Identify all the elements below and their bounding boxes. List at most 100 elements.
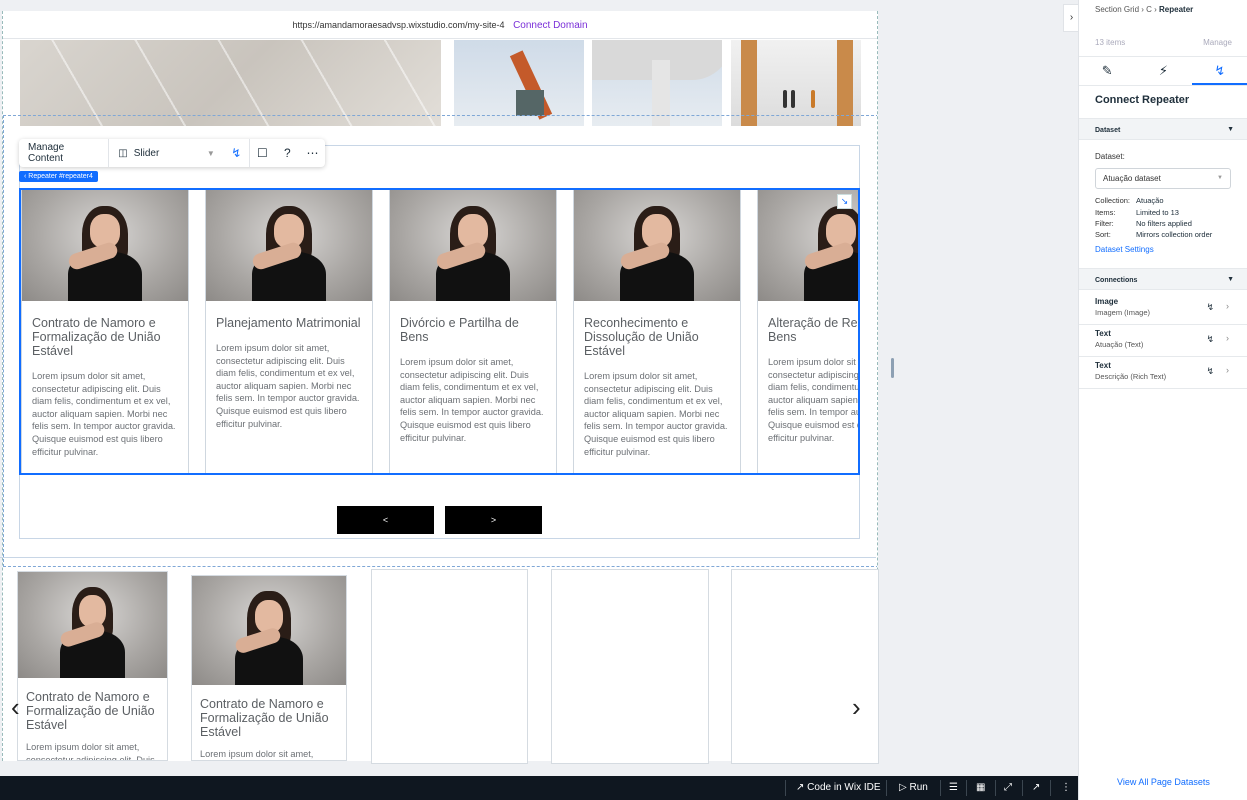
breadcrumb-c[interactable]: C bbox=[1146, 5, 1152, 14]
gallery-item[interactable]: Contrato de Namoro e Formalização de Uni… bbox=[191, 575, 347, 761]
slider-next-button[interactable]: > bbox=[445, 506, 542, 534]
card-image[interactable] bbox=[22, 190, 188, 301]
connection-row-text[interactable]: Text Atuação (Text) ↯ › bbox=[1079, 326, 1247, 357]
connect-data-icon[interactable]: ↯ bbox=[224, 139, 249, 167]
hero-image-building[interactable] bbox=[731, 40, 861, 126]
gallery-title[interactable]: Contrato de Namoro e Formalização de Uni… bbox=[26, 690, 159, 732]
repeater[interactable]: Contrato de Namoro e Formalização de Uni… bbox=[19, 188, 860, 475]
collection-value: Atuação bbox=[1136, 196, 1164, 205]
connection-row-richtext[interactable]: Text Descrição (Rich Text) ↯ › bbox=[1079, 358, 1247, 389]
comment-icon[interactable]: ☐ bbox=[250, 139, 275, 167]
help-button[interactable]: ? bbox=[275, 139, 300, 167]
hero-image-floor[interactable] bbox=[20, 40, 441, 126]
repeater-item[interactable]: Contrato de Namoro e Formalização de Uni… bbox=[21, 190, 189, 473]
gallery-title[interactable]: Contrato de Namoro e Formalização de Uni… bbox=[200, 697, 338, 739]
shrink-icon[interactable]: ↘ bbox=[837, 194, 852, 209]
lower-gallery: Contrato de Namoro e Formalização de Uni… bbox=[0, 557, 879, 764]
view-all-datasets-link[interactable]: View All Page Datasets bbox=[1079, 777, 1247, 787]
slider-prev-button[interactable]: < bbox=[337, 506, 434, 534]
gallery-item[interactable]: Contrato de Namoro e Formalização de Uni… bbox=[17, 571, 168, 761]
bottom-bar: ↗ Code in Wix IDE ▷ Run ☰ ▦ ⤢ ↗ ⋮ bbox=[0, 776, 1078, 800]
chevron-down-icon: ▼ bbox=[206, 148, 215, 158]
card-image[interactable] bbox=[390, 190, 556, 301]
breadcrumb-section-grid[interactable]: Section Grid bbox=[1095, 5, 1139, 14]
filter-key: Filter: bbox=[1095, 219, 1114, 228]
interactions-tab-bolt-icon[interactable]: ⚡ bbox=[1135, 57, 1191, 85]
connections-section-header[interactable]: ▼ Connections bbox=[1079, 268, 1247, 290]
card-title[interactable]: Planejamento Matrimonial bbox=[216, 316, 362, 330]
collection-key: Collection: bbox=[1095, 196, 1131, 205]
manage-content-button[interactable]: Manage Content bbox=[19, 139, 108, 167]
repeater-item[interactable]: Divórcio e Partilha de Bens Lorem ipsum … bbox=[389, 190, 557, 473]
dataset-select-value: Atuação dataset bbox=[1103, 174, 1161, 183]
dataset-settings-link[interactable]: Dataset Settings bbox=[1095, 245, 1154, 254]
connect-icon: ↯ bbox=[1206, 302, 1214, 312]
card-image[interactable] bbox=[574, 190, 740, 301]
card-body[interactable]: Lorem ipsum dolor sit amet, consectetur … bbox=[216, 342, 362, 430]
card-title[interactable]: Reconhecimento e Dissolução de União Est… bbox=[584, 316, 730, 358]
resize-handle[interactable] bbox=[891, 358, 894, 378]
card-body[interactable]: Lorem ipsum dolor sit amet, consectetur … bbox=[584, 370, 730, 458]
card-title[interactable]: Alteração de Regime de Bens bbox=[768, 316, 858, 344]
gallery-empty-item[interactable] bbox=[731, 569, 879, 764]
connection-field: Descrição (Rich Text) bbox=[1095, 372, 1167, 381]
design-tab-brush-icon[interactable]: ✎ bbox=[1079, 57, 1135, 85]
repeater-tag[interactable]: ‹ Repeater #repeater4 bbox=[19, 171, 98, 182]
filter-row: Filter: No filters applied bbox=[1095, 219, 1192, 228]
popout-icon[interactable]: ↗ bbox=[1032, 776, 1040, 800]
panel-title: Connect Repeater bbox=[1095, 94, 1190, 106]
more-actions-button[interactable]: ⋯ bbox=[300, 139, 325, 167]
chevron-right-icon: › bbox=[1226, 365, 1229, 375]
sort-key: Sort: bbox=[1095, 230, 1111, 239]
collection-row: Collection: Atuação bbox=[1095, 196, 1164, 205]
gallery-prev-arrow[interactable]: ‹ bbox=[11, 692, 20, 723]
manage-items-link[interactable]: Manage bbox=[1203, 38, 1232, 47]
layout-dropdown-label: Slider bbox=[133, 147, 160, 159]
run-button[interactable]: ▷ Run bbox=[899, 776, 928, 800]
breadcrumb: Section Grid › C › Repeater bbox=[1095, 5, 1194, 14]
card-body[interactable]: Lorem ipsum dolor sit amet, consectetur … bbox=[32, 370, 178, 458]
slider-layout-icon: ◫ bbox=[118, 147, 128, 159]
connection-type: Image bbox=[1095, 297, 1119, 306]
items-count: 13 items bbox=[1095, 38, 1126, 47]
dataset-select[interactable]: ▼ Atuação dataset bbox=[1095, 168, 1231, 189]
gallery-next-arrow[interactable]: › bbox=[852, 692, 861, 723]
gallery-image[interactable] bbox=[192, 576, 346, 685]
chevron-right-icon: › bbox=[1226, 301, 1229, 311]
hero-image-crane[interactable] bbox=[454, 40, 584, 126]
hero-image-bridge[interactable] bbox=[592, 40, 722, 126]
card-image[interactable] bbox=[206, 190, 372, 301]
connect-domain-link[interactable]: Connect Domain bbox=[513, 20, 587, 31]
connection-type: Text bbox=[1095, 361, 1111, 370]
card-body[interactable]: Lorem ipsum dolor sit amet, consectetur … bbox=[768, 356, 858, 444]
connection-row-image[interactable]: Image Imagem (Image) ↯ › bbox=[1079, 294, 1247, 325]
more-icon[interactable]: ⋮ bbox=[1061, 776, 1071, 800]
settings-sliders-icon[interactable]: ☰ bbox=[949, 776, 958, 800]
repeater-item[interactable]: Planejamento Matrimonial Lorem ipsum dol… bbox=[205, 190, 373, 473]
chevron-right-icon: › bbox=[1226, 333, 1229, 343]
layout-dropdown[interactable]: ◫ Slider ▼ bbox=[109, 139, 223, 167]
gallery-body[interactable]: Lorem ipsum dolor sit amet, consectetur … bbox=[26, 741, 159, 760]
sort-row: Sort: Mirrors collection order bbox=[1095, 230, 1212, 239]
connect-tab-link-icon[interactable]: ↯ bbox=[1191, 57, 1247, 85]
collapse-panel-button[interactable]: › bbox=[1063, 4, 1079, 32]
gallery-empty-item[interactable] bbox=[551, 569, 709, 764]
dataset-label: Dataset: bbox=[1095, 152, 1125, 161]
chevron-down-icon: ▼ bbox=[1217, 175, 1223, 181]
gallery-image[interactable] bbox=[18, 572, 167, 678]
triangle-down-icon: ▼ bbox=[1227, 276, 1234, 283]
connection-type: Text bbox=[1095, 329, 1111, 338]
card-title[interactable]: Divórcio e Partilha de Bens bbox=[400, 316, 546, 344]
sort-value: Mirrors collection order bbox=[1136, 230, 1213, 239]
inspect-icon[interactable]: ▦ bbox=[976, 776, 985, 800]
dataset-section-header[interactable]: ▼ Dataset bbox=[1079, 118, 1247, 140]
expand-icon[interactable]: ⤢ bbox=[1004, 776, 1012, 800]
card-body[interactable]: Lorem ipsum dolor sit amet, consectetur … bbox=[400, 356, 546, 444]
repeater-item[interactable]: Alteração de Regime de Bens Lorem ipsum … bbox=[757, 190, 858, 473]
card-title[interactable]: Contrato de Namoro e Formalização de Uni… bbox=[32, 316, 178, 358]
gallery-body[interactable]: Lorem ipsum dolor sit amet, bbox=[200, 748, 338, 760]
gallery-empty-item[interactable] bbox=[371, 569, 528, 764]
items-value: Limited to 13 bbox=[1136, 208, 1179, 217]
repeater-item[interactable]: Reconhecimento e Dissolução de União Est… bbox=[573, 190, 741, 473]
code-ide-button[interactable]: ↗ Code in Wix IDE bbox=[796, 776, 881, 800]
